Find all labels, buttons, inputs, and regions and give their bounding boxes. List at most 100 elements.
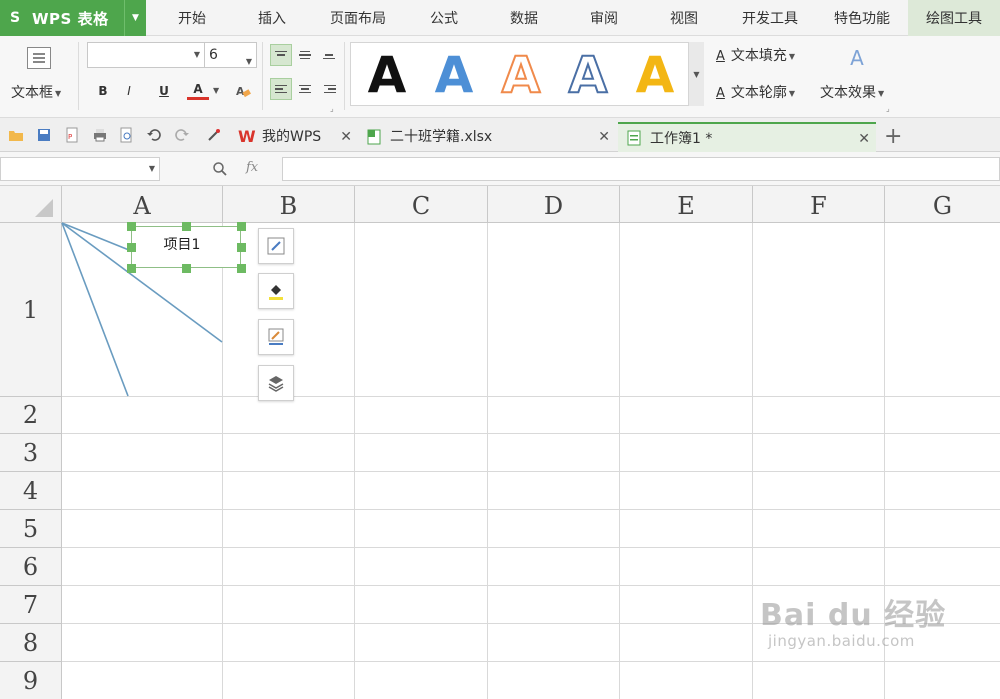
selected-textbox[interactable]: 项目1	[131, 226, 241, 268]
close-icon[interactable]: ✕	[598, 122, 610, 152]
select-all-corner[interactable]	[0, 186, 62, 223]
insert-function-button[interactable]: fx	[246, 160, 258, 175]
resize-handle[interactable]	[237, 222, 246, 231]
clear-format-button[interactable]: A	[232, 80, 254, 102]
grid-line	[62, 471, 1000, 472]
row-header-6[interactable]: 6	[0, 548, 62, 586]
doc-tab-my-wps[interactable]: W 我的WPS ✕	[228, 122, 358, 152]
resize-handle[interactable]	[237, 264, 246, 273]
grid-line	[62, 396, 1000, 397]
export-pdf-icon[interactable]: P	[64, 127, 80, 143]
resize-handle[interactable]	[182, 264, 191, 273]
app-menu-button[interactable]: S WPS 表格 ▼	[0, 0, 146, 36]
ribbon-divider	[344, 42, 345, 110]
grid-line	[62, 585, 1000, 586]
tab-view[interactable]: 视图	[650, 0, 718, 36]
tab-drawing-tools[interactable]: 绘图工具	[908, 0, 1000, 36]
tab-insert[interactable]: 插入	[238, 0, 306, 36]
zoom-search-icon[interactable]	[212, 161, 228, 177]
new-tab-button[interactable]: +	[884, 124, 902, 150]
wordart-style-black[interactable]: A	[354, 47, 420, 103]
outline-pen-icon	[268, 328, 284, 345]
close-icon[interactable]: ✕	[340, 122, 352, 152]
resize-handle[interactable]	[127, 222, 136, 231]
print-icon[interactable]	[92, 127, 108, 143]
row-header-3[interactable]: 3	[0, 434, 62, 472]
save-icon[interactable]	[36, 127, 52, 143]
undo-icon[interactable]	[146, 127, 162, 143]
textbox-button[interactable]: 文本框 ▼	[11, 82, 61, 102]
close-icon[interactable]: ✕	[858, 124, 870, 154]
align-middle-button[interactable]	[294, 44, 316, 66]
align-left-button[interactable]	[270, 78, 292, 100]
underline-button[interactable]: U	[153, 80, 175, 102]
gallery-expand-button[interactable]: ▼	[688, 42, 704, 106]
tab-page-layout[interactable]: 页面布局	[318, 0, 398, 36]
tab-home[interactable]: 开始	[158, 0, 226, 36]
tab-special-features[interactable]: 特色功能	[822, 0, 902, 36]
align-top-button[interactable]	[270, 44, 292, 66]
resize-handle[interactable]	[237, 243, 246, 252]
column-header-a[interactable]: A	[62, 186, 223, 223]
tab-review[interactable]: 审阅	[570, 0, 638, 36]
fill-color-button[interactable]	[258, 273, 294, 309]
row-header-9[interactable]: 9	[0, 662, 62, 699]
formula-input[interactable]	[282, 157, 1000, 181]
font-size-select[interactable]: 6 ▼	[204, 42, 257, 68]
column-header-b[interactable]: B	[223, 186, 355, 223]
grid-line	[62, 547, 1000, 548]
quick-access-bar: P W 我的WPS ✕ 二十班学籍.xlsx ✕ 工作簿1 * ✕ +	[0, 118, 1000, 152]
font-color-button[interactable]: A	[187, 80, 209, 100]
text-effect-button[interactable]: 文本效果 ▼	[820, 82, 884, 102]
tab-developer[interactable]: 开发工具	[730, 0, 810, 36]
resize-handle[interactable]	[182, 222, 191, 231]
row-header-5[interactable]: 5	[0, 510, 62, 548]
text-fill-button[interactable]: A 文本填充 ▼	[716, 45, 795, 65]
text-effect-icon[interactable]: A	[846, 46, 868, 70]
doc-tab-student-records[interactable]: 二十班学籍.xlsx ✕	[360, 122, 616, 152]
text-outline-button[interactable]: A 文本轮廓 ▼	[716, 82, 795, 102]
column-header-e[interactable]: E	[620, 186, 753, 223]
redo-icon[interactable]	[174, 127, 190, 143]
wordart-style-orange-outline[interactable]: A	[488, 46, 554, 104]
row-header-1[interactable]: 1	[0, 223, 62, 397]
diagonal-line[interactable]	[61, 222, 135, 253]
row-header-7[interactable]: 7	[0, 586, 62, 624]
resize-handle[interactable]	[127, 243, 136, 252]
resize-handle[interactable]	[127, 264, 136, 273]
textbox-icon[interactable]	[27, 47, 51, 69]
align-right-button[interactable]	[318, 78, 340, 100]
dialog-launcher-icon[interactable]: ⌟	[330, 104, 334, 113]
print-preview-icon[interactable]	[118, 127, 134, 143]
dialog-launcher-icon[interactable]: ⌟	[886, 104, 890, 113]
row-header-8[interactable]: 8	[0, 624, 62, 662]
column-header-f[interactable]: F	[753, 186, 885, 223]
tab-formulas[interactable]: 公式	[410, 0, 478, 36]
column-header-g[interactable]: G	[885, 186, 1000, 223]
font-name-select[interactable]: ▼	[87, 42, 205, 68]
edit-shape-button[interactable]	[258, 228, 294, 264]
align-bottom-button[interactable]	[318, 44, 340, 66]
customize-toolbar-icon[interactable]	[206, 127, 222, 143]
doc-tab-label: 我的WPS	[262, 129, 322, 145]
tab-data[interactable]: 数据	[490, 0, 558, 36]
column-header-d[interactable]: D	[488, 186, 620, 223]
wordart-style-gold[interactable]: A	[622, 47, 688, 103]
outline-color-button[interactable]	[258, 319, 294, 355]
wordart-style-blue[interactable]: A	[421, 47, 487, 103]
align-center-button[interactable]	[294, 78, 316, 100]
column-header-c[interactable]: C	[355, 186, 488, 223]
italic-button[interactable]: I	[118, 80, 140, 102]
arrange-layers-button[interactable]	[258, 365, 294, 401]
app-menu-dropdown-icon[interactable]: ▼	[124, 0, 146, 36]
row-header-2[interactable]: 2	[0, 397, 62, 434]
wordart-style-blue-outline[interactable]: A	[555, 46, 621, 104]
doc-tab-workbook1[interactable]: 工作簿1 * ✕	[618, 122, 876, 152]
open-folder-icon[interactable]	[8, 127, 24, 143]
bold-button[interactable]: B	[92, 80, 114, 102]
chevron-down-icon[interactable]: ▼	[213, 86, 219, 95]
name-box[interactable]: ▼	[0, 157, 160, 181]
chevron-down-icon: ▼	[878, 88, 885, 98]
diagonal-line[interactable]	[61, 222, 129, 397]
row-header-4[interactable]: 4	[0, 472, 62, 510]
